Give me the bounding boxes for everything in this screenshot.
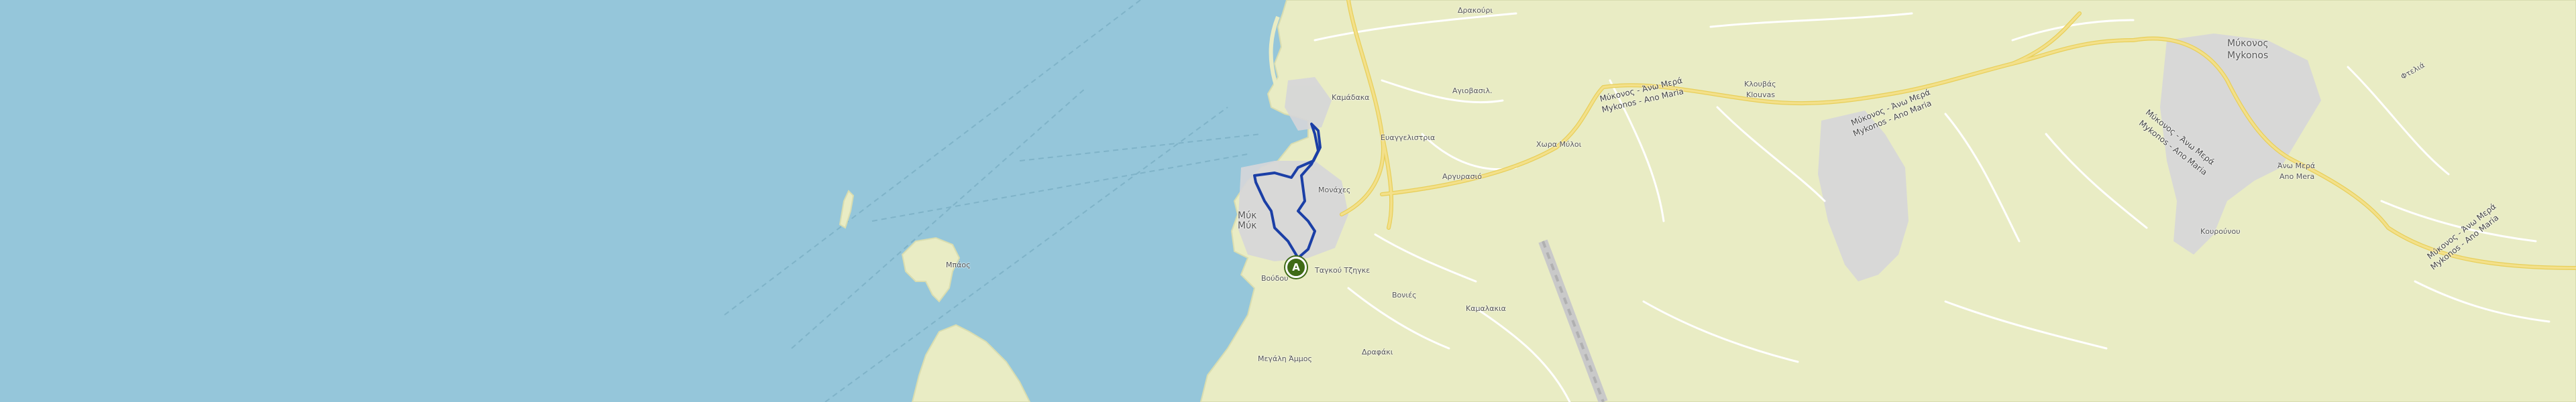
place-label-tagoo: Ταγκού Τζηγκε [1315, 266, 1371, 275]
place-label-evangelistria: Ευαγγελιστρια [1381, 133, 1436, 142]
place-label-mykonos-upper: Μύκονος [2227, 38, 2269, 49]
place-label-vothonas: Χωρα Μύλοι [1536, 140, 1582, 149]
place-label-mykonos-town-2: Μύκ [1238, 220, 1257, 231]
place-label-mykonos-town-1: Μύκ [1238, 210, 1257, 221]
place-label-monaxes: Μονάχες [1318, 186, 1351, 194]
place-label-ano-mera-latin: Ano Mera [2279, 172, 2315, 181]
place-label-voudou-bay: Βούδου [1261, 274, 1289, 283]
place-label-drafaki: Δραφάκι [1362, 348, 1393, 356]
place-label-megali-ammos: Μεγάλη Άμμος [1258, 354, 1312, 363]
route-start-marker[interactable]: A [1285, 257, 1307, 278]
map-canvas[interactable]: Δρακούρι Καμάδακα Αγιοβασιλ. Ευαγγελιστρ… [0, 0, 2576, 402]
place-label-klouvas: Κλουβάς [1744, 80, 1776, 88]
place-label-vonies: Βονιές [1392, 291, 1417, 299]
place-label-kouroulou: Κουρούνου [2200, 227, 2241, 236]
place-label-argyrasto: Αργυρασιό [1442, 172, 1483, 181]
map-graphics [0, 0, 2576, 402]
place-label-ano-mera: Άνω Μερά [2277, 161, 2316, 170]
place-label-kamalakia: Καμαλακια [1466, 304, 1506, 313]
place-label-mykonos-latin: Mykonos [2227, 50, 2269, 61]
place-label-baos: Μπάος [946, 261, 971, 269]
place-label-agios-vasileios: Αγιοβασιλ. [1452, 86, 1493, 95]
place-label-kalafati: Καμάδακα [1332, 93, 1370, 102]
place-label-drakouri: Δρακούρι [1458, 6, 1493, 15]
place-label-klouvas-latin: Klouvas [1746, 90, 1775, 99]
